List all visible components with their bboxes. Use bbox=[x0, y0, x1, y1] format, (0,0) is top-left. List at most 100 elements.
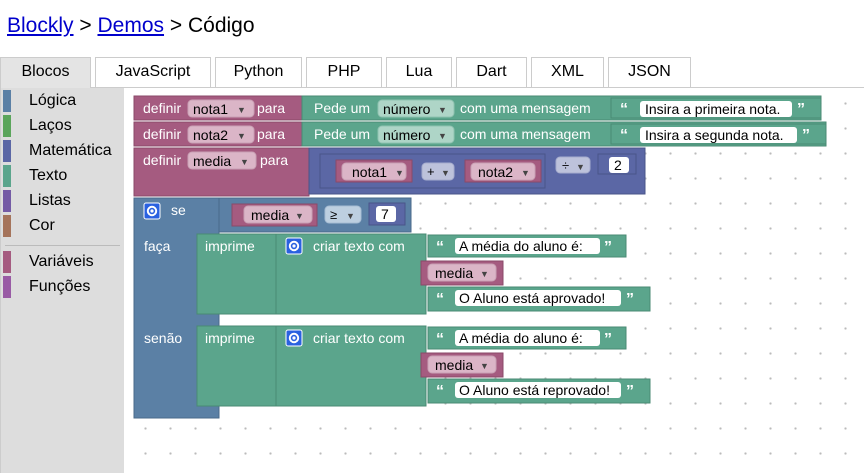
quote-open-icon: “ bbox=[436, 239, 444, 256]
print-label: imprime bbox=[205, 330, 255, 346]
print-block-2[interactable]: imprime criar texto com “ A média do alu… bbox=[196, 325, 651, 407]
quote-close-icon: ” bbox=[604, 239, 612, 256]
join-label: criar texto com bbox=[313, 238, 405, 254]
toolbox-category-logica[interactable]: Lógica bbox=[1, 89, 124, 113]
operator-value: ÷ bbox=[562, 158, 569, 173]
tab-php[interactable]: PHP bbox=[306, 57, 382, 87]
prompt-label: Pede um bbox=[314, 100, 370, 116]
text-value: A média do aluno é: bbox=[459, 330, 583, 346]
blocks-svg[interactable]: definir nota1 ▼ para Pede um número ▼ co… bbox=[124, 88, 864, 473]
set-media-block[interactable]: definir media ▼ para bbox=[133, 147, 310, 197]
chevron-down-icon: ▼ bbox=[438, 131, 447, 141]
toolbox-category-variaveis[interactable]: Variáveis bbox=[1, 250, 124, 274]
print-block-1[interactable]: imprime criar texto com “ A média do alu… bbox=[196, 233, 651, 315]
set-prefix-label: definir bbox=[143, 100, 181, 116]
tab-xml[interactable]: XML bbox=[531, 57, 604, 87]
category-label: Laços bbox=[29, 117, 72, 134]
category-label: Variáveis bbox=[29, 253, 94, 270]
toolbox-category-cor[interactable]: Cor bbox=[1, 214, 124, 238]
chevron-down-icon: ▼ bbox=[441, 168, 450, 178]
chevron-down-icon: ▼ bbox=[521, 168, 530, 178]
variable-name: media bbox=[251, 207, 289, 223]
text-value: A média do aluno é: bbox=[459, 238, 583, 254]
variable-name: nota1 bbox=[193, 101, 228, 117]
quote-open-icon: “ bbox=[436, 291, 444, 308]
tab-lua[interactable]: Lua bbox=[386, 57, 452, 87]
tab-bar: Blocos JavaScript Python PHP Lua Dart XM… bbox=[0, 57, 864, 88]
prompt-number-block-2[interactable]: Pede um número ▼ com uma mensagem “ Insi… bbox=[301, 121, 827, 147]
set-nota1-block[interactable]: definir nota1 ▼ para bbox=[133, 95, 303, 121]
breadcrumb: Blockly > Demos > Código bbox=[7, 14, 255, 38]
category-label: Cor bbox=[29, 217, 55, 234]
prompt-label: Pede um bbox=[314, 126, 370, 142]
text-value: O Aluno está aprovado! bbox=[459, 290, 605, 306]
chevron-down-icon: ▼ bbox=[346, 211, 355, 221]
toolbox-category-texto[interactable]: Texto bbox=[1, 164, 124, 188]
text-value: Insira a segunda nota. bbox=[645, 127, 784, 143]
category-label: Lógica bbox=[29, 92, 77, 109]
chevron-down-icon: ▼ bbox=[438, 105, 447, 115]
do-label: faça bbox=[144, 238, 171, 254]
quote-open-icon: “ bbox=[620, 127, 628, 144]
prompt-number-block-1[interactable]: Pede um número ▼ com uma mensagem “ Insi… bbox=[301, 95, 822, 121]
quote-close-icon: ” bbox=[797, 101, 805, 118]
chevron-down-icon: ▼ bbox=[576, 162, 585, 172]
set-prefix-label: definir bbox=[143, 152, 181, 168]
quote-close-icon: ” bbox=[626, 291, 634, 308]
variable-name: nota2 bbox=[193, 127, 228, 143]
toolbox-category-listas[interactable]: Listas bbox=[1, 189, 124, 213]
category-color-swatch bbox=[3, 140, 11, 162]
tab-blocos[interactable]: Blocos bbox=[0, 57, 91, 88]
chevron-down-icon: ▼ bbox=[480, 361, 489, 371]
math-divide-block[interactable]: nota1 ▼ + ▼ nota2 ▼ ÷ ▼ 2 bbox=[308, 147, 646, 195]
toolbox-category-funcoes[interactable]: Funções bbox=[1, 275, 124, 299]
set-suffix-label: para bbox=[257, 126, 285, 142]
set-prefix-label: definir bbox=[143, 126, 181, 142]
category-label: Texto bbox=[29, 167, 68, 184]
toolbox-category-matematica[interactable]: Matemática bbox=[1, 139, 124, 163]
text-value: Insira a primeira nota. bbox=[645, 101, 780, 117]
operator-value: ≥ bbox=[330, 207, 337, 222]
quote-close-icon: ” bbox=[802, 127, 810, 144]
breadcrumb-demos-link[interactable]: Demos bbox=[97, 14, 164, 37]
toolbox-category-lacos[interactable]: Laços bbox=[1, 114, 124, 138]
mutator-gear-icon[interactable] bbox=[285, 329, 303, 347]
join-label: criar texto com bbox=[313, 330, 405, 346]
prompt-tail-label: com uma mensagem bbox=[460, 100, 591, 116]
category-color-swatch bbox=[3, 276, 11, 298]
set-nota2-block[interactable]: definir nota2 ▼ para bbox=[133, 121, 303, 147]
tab-javascript[interactable]: JavaScript bbox=[95, 57, 211, 87]
variable-name: media bbox=[193, 153, 231, 169]
tab-dart[interactable]: Dart bbox=[456, 57, 527, 87]
quote-open-icon: “ bbox=[620, 101, 628, 118]
breadcrumb-separator: > bbox=[79, 14, 92, 37]
chevron-down-icon: ▼ bbox=[237, 131, 246, 141]
toolbox: Lógica Laços Matemática Texto Listas Cor… bbox=[1, 88, 124, 473]
category-color-swatch bbox=[3, 90, 11, 112]
quote-close-icon: ” bbox=[604, 331, 612, 348]
tab-python[interactable]: Python bbox=[215, 57, 302, 87]
toolbox-separator bbox=[5, 245, 120, 246]
number-value: 2 bbox=[614, 157, 622, 173]
block-canvas[interactable]: definir nota1 ▼ para Pede um número ▼ co… bbox=[124, 88, 864, 473]
compare-block[interactable]: media ▼ ≥ ▼ 7 bbox=[218, 197, 412, 233]
breadcrumb-blockly-link[interactable]: Blockly bbox=[7, 14, 74, 37]
quote-open-icon: “ bbox=[436, 331, 444, 348]
breadcrumb-separator: > bbox=[169, 14, 183, 37]
chevron-down-icon: ▼ bbox=[237, 105, 246, 115]
chevron-down-icon: ▼ bbox=[395, 168, 404, 178]
category-color-swatch bbox=[3, 251, 11, 273]
chevron-down-icon: ▼ bbox=[480, 269, 489, 279]
category-color-swatch bbox=[3, 165, 11, 187]
quote-close-icon: ” bbox=[626, 383, 634, 400]
category-label: Matemática bbox=[29, 142, 112, 159]
mutator-gear-icon[interactable] bbox=[285, 237, 303, 255]
tab-json[interactable]: JSON bbox=[608, 57, 691, 87]
mutator-gear-icon[interactable] bbox=[143, 202, 161, 220]
blockly-workspace: Lógica Laços Matemática Texto Listas Cor… bbox=[0, 88, 864, 473]
number-value: 7 bbox=[381, 206, 389, 222]
text-value: O Aluno está reprovado! bbox=[459, 382, 610, 398]
operator-value: + bbox=[427, 164, 435, 179]
prompt-type-value: número bbox=[383, 127, 431, 143]
chevron-down-icon: ▼ bbox=[240, 157, 249, 167]
